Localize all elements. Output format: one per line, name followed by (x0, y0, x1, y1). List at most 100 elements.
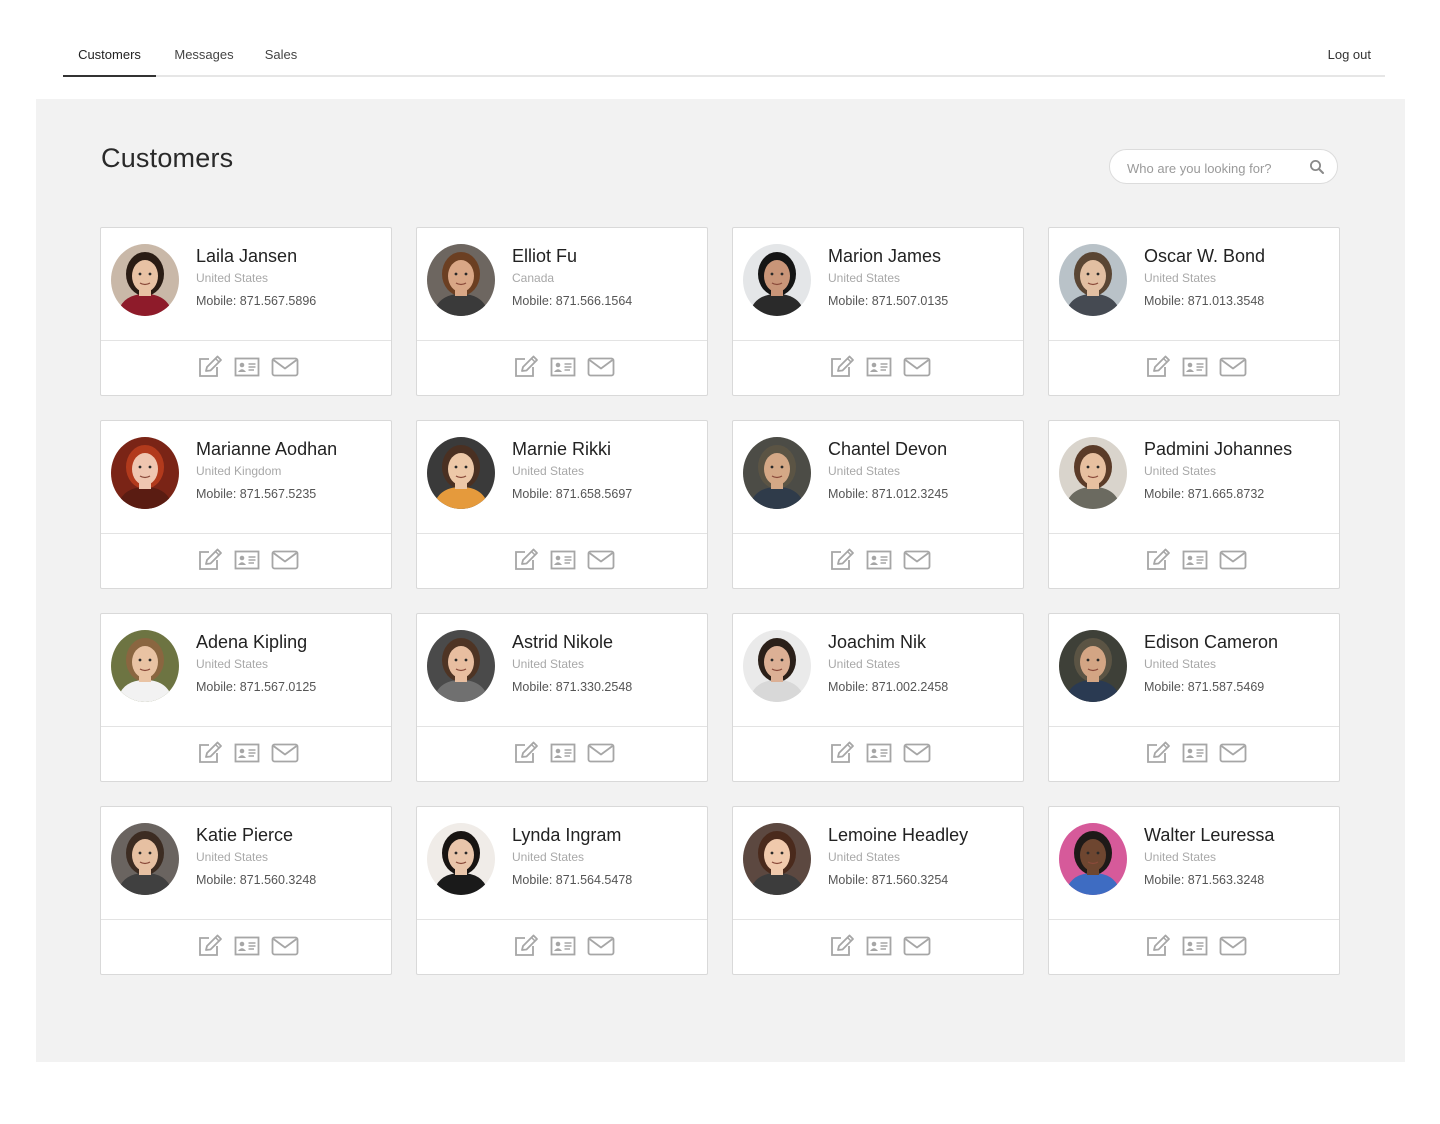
customer-mobile: Mobile: 871.567.5896 (196, 294, 317, 308)
contact-card-icon[interactable] (550, 548, 576, 572)
avatar[interactable] (111, 823, 179, 895)
contact-card-icon[interactable] (866, 355, 892, 379)
avatar[interactable] (111, 630, 179, 702)
contact-card-icon[interactable] (1182, 934, 1208, 958)
edit-icon[interactable] (1145, 548, 1171, 572)
mail-icon[interactable] (903, 934, 931, 958)
avatar[interactable] (1059, 823, 1127, 895)
customers-panel: Customers Laila Jansen United States Mob… (36, 99, 1405, 1062)
customer-card: Marianne Aodhan United Kingdom Mobile: 8… (100, 420, 392, 589)
customer-country: United States (512, 464, 585, 478)
customer-name: Joachim Nik (828, 632, 927, 652)
customer-name: Oscar W. Bond (1144, 246, 1266, 266)
customer-mobile: Mobile: 871.330.2548 (512, 680, 633, 694)
mail-icon[interactable] (903, 548, 931, 572)
logout-link[interactable]: Log out (1328, 34, 1371, 75)
avatar[interactable] (111, 244, 179, 316)
mail-icon[interactable] (1219, 741, 1247, 765)
mail-icon[interactable] (587, 934, 615, 958)
contact-card-icon[interactable] (866, 934, 892, 958)
avatar[interactable] (1059, 244, 1127, 316)
mail-icon[interactable] (587, 355, 615, 379)
edit-icon[interactable] (513, 355, 539, 379)
edit-icon[interactable] (1145, 355, 1171, 379)
edit-icon[interactable] (197, 548, 223, 572)
customer-card: Joachim Nik United States Mobile: 871.00… (732, 613, 1024, 782)
customer-name: Chantel Devon (828, 439, 948, 459)
contact-card-icon[interactable] (866, 741, 892, 765)
customer-mobile: Mobile: 871.563.3248 (1144, 873, 1265, 887)
avatar[interactable] (1059, 437, 1127, 509)
edit-icon[interactable] (197, 934, 223, 958)
edit-icon[interactable] (829, 548, 855, 572)
edit-icon[interactable] (829, 741, 855, 765)
mail-icon[interactable] (1219, 548, 1247, 572)
edit-icon[interactable] (197, 355, 223, 379)
customer-country: United States (828, 850, 901, 864)
avatar[interactable] (743, 630, 811, 702)
contact-card-icon[interactable] (1182, 355, 1208, 379)
edit-icon[interactable] (513, 741, 539, 765)
avatar[interactable] (743, 437, 811, 509)
mail-icon[interactable] (1219, 355, 1247, 379)
avatar[interactable] (1059, 630, 1127, 702)
contact-card-icon[interactable] (550, 934, 576, 958)
contact-card-icon[interactable] (550, 741, 576, 765)
mail-icon[interactable] (271, 741, 299, 765)
edit-icon[interactable] (1145, 934, 1171, 958)
contact-card-icon[interactable] (1182, 548, 1208, 572)
card-actions (733, 341, 1023, 395)
tab-messages[interactable]: Messages (169, 34, 239, 75)
mail-icon[interactable] (903, 741, 931, 765)
customer-card: Lemoine Headley United States Mobile: 87… (732, 806, 1024, 975)
contact-card-icon[interactable] (234, 741, 260, 765)
customer-info: Lynda Ingram United States Mobile: 871.5… (417, 807, 707, 920)
avatar[interactable] (427, 823, 495, 895)
search-input[interactable] (1125, 157, 1304, 179)
card-actions (1049, 920, 1339, 974)
customer-card: Padmini Johannes United States Mobile: 8… (1048, 420, 1340, 589)
avatar[interactable] (111, 437, 179, 509)
mail-icon[interactable] (587, 548, 615, 572)
edit-icon[interactable] (829, 934, 855, 958)
card-actions (101, 727, 391, 781)
customer-name: Marnie Rikki (512, 439, 612, 459)
contact-card-icon[interactable] (866, 548, 892, 572)
mail-icon[interactable] (271, 355, 299, 379)
tab-customers[interactable]: Customers (63, 34, 156, 77)
customer-info: Marnie Rikki United States Mobile: 871.6… (417, 421, 707, 534)
customer-info: Laila Jansen United States Mobile: 871.5… (101, 228, 391, 341)
customer-info: Joachim Nik United States Mobile: 871.00… (733, 614, 1023, 727)
customer-card: Astrid Nikole United States Mobile: 871.… (416, 613, 708, 782)
contact-card-icon[interactable] (234, 355, 260, 379)
customer-name: Lemoine Headley (828, 825, 969, 845)
edit-icon[interactable] (513, 548, 539, 572)
search-icon[interactable] (1309, 159, 1325, 175)
customer-info: Padmini Johannes United States Mobile: 8… (1049, 421, 1339, 534)
tab-sales[interactable]: Sales (259, 34, 303, 75)
customer-card: Chantel Devon United States Mobile: 871.… (732, 420, 1024, 589)
contact-card-icon[interactable] (234, 548, 260, 572)
mail-icon[interactable] (271, 934, 299, 958)
contact-card-icon[interactable] (234, 934, 260, 958)
edit-icon[interactable] (1145, 741, 1171, 765)
customer-info: Marianne Aodhan United Kingdom Mobile: 8… (101, 421, 391, 534)
edit-icon[interactable] (829, 355, 855, 379)
customer-name: Laila Jansen (196, 246, 298, 266)
card-actions (733, 727, 1023, 781)
mail-icon[interactable] (587, 741, 615, 765)
edit-icon[interactable] (513, 934, 539, 958)
avatar[interactable] (427, 437, 495, 509)
customer-card: Lynda Ingram United States Mobile: 871.5… (416, 806, 708, 975)
contact-card-icon[interactable] (1182, 741, 1208, 765)
mail-icon[interactable] (271, 548, 299, 572)
avatar[interactable] (743, 244, 811, 316)
contact-card-icon[interactable] (550, 355, 576, 379)
avatar[interactable] (427, 244, 495, 316)
avatar[interactable] (743, 823, 811, 895)
avatar[interactable] (427, 630, 495, 702)
mail-icon[interactable] (903, 355, 931, 379)
edit-icon[interactable] (197, 741, 223, 765)
top-nav: Customers Messages Sales Log out (63, 34, 1385, 77)
mail-icon[interactable] (1219, 934, 1247, 958)
